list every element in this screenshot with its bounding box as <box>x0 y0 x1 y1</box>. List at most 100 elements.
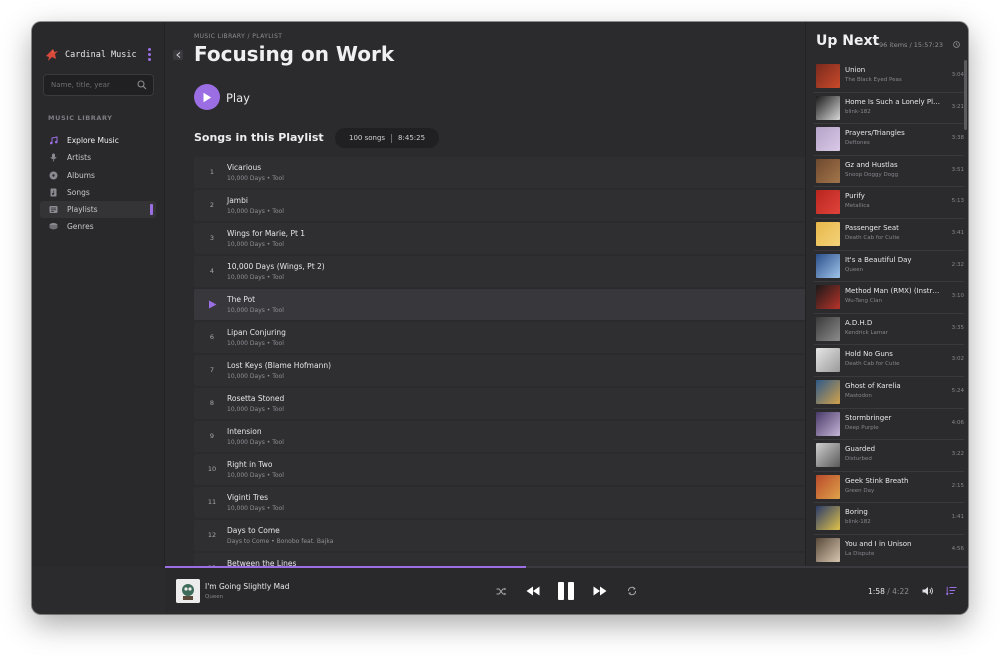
song-subtitle: 10,000 Days • Tool <box>227 208 284 215</box>
queue-item[interactable]: Prayers/Triangles Deftones 3:38 <box>814 124 964 156</box>
song-artist: Tool <box>272 340 284 347</box>
pause-button[interactable] <box>555 580 577 602</box>
album-art <box>816 95 840 120</box>
sidebar-item-explore-music[interactable]: Explore Music <box>40 132 156 149</box>
queue-item[interactable]: Home Is Such a Lonely Place blink-182 3:21 <box>814 93 964 125</box>
previous-button[interactable] <box>525 583 541 599</box>
volume-icon <box>922 587 933 595</box>
song-row[interactable]: 1 Vicarious 10,000 Days • Tool <box>194 157 805 188</box>
playlist-icon <box>49 205 58 214</box>
sidebar-item-label: Playlists <box>67 205 98 215</box>
queue-item[interactable]: Boring blink-182 1:41 <box>814 503 964 535</box>
album-art <box>816 348 840 373</box>
sidebar-item-label: Explore Music <box>67 136 119 145</box>
queue-item[interactable]: Geek Stink Breath Green Day 2:15 <box>814 472 964 504</box>
sidebar-item-albums[interactable]: Albums <box>40 167 156 184</box>
cardinal-logo-icon <box>46 49 58 61</box>
song-number: 3 <box>209 234 215 242</box>
queue-toggle-button[interactable] <box>945 585 957 597</box>
sidebar-item-playlists[interactable]: Playlists <box>40 201 156 219</box>
song-row[interactable]: 10 Right in Two 10,000 Days • Tool <box>194 454 805 485</box>
album-art <box>816 506 840 531</box>
song-row[interactable]: 12 Days to Come Days to Come • Bonobo feat… <box>194 520 805 551</box>
album-art <box>816 474 840 499</box>
queue-item-title: Purify <box>845 192 865 201</box>
song-row[interactable]: 7 Lost Keys (Blame Hofmann) 10,000 Days • … <box>194 355 805 386</box>
song-number: 9 <box>209 432 215 440</box>
more-options-icon[interactable] <box>148 48 152 62</box>
chevron-left-icon <box>175 52 180 58</box>
queue-item[interactable]: It's a Beautiful Day Queen 2:32 <box>814 251 964 283</box>
sidebar-item-artists[interactable]: Artists <box>40 149 156 166</box>
queue-item-title: Stormbringer <box>845 413 892 422</box>
queue-item-duration: 3:51 <box>951 166 964 173</box>
search-icon[interactable] <box>137 80 147 90</box>
queue-item-duration: 3:35 <box>951 324 964 331</box>
queue-item[interactable]: Stormbringer Deep Purple 4:06 <box>814 409 964 441</box>
up-next-title: Up Next <box>816 33 880 49</box>
queue-item[interactable]: Hold No Guns Death Cab for Cutie 3:02 <box>814 345 964 377</box>
queue-item[interactable]: A.D.H.D Kendrick Lamar 3:35 <box>814 314 964 346</box>
queue-item-artist: Death Cab for Cutie <box>845 234 900 241</box>
play-icon <box>203 92 212 102</box>
sidebar-item-genres[interactable]: Genres <box>40 218 156 235</box>
song-row[interactable]: 8 Rosetta Stoned 10,000 Days • Tool <box>194 388 805 419</box>
song-row[interactable]: 3 Wings for Marie, Pt 1 10,000 Days • Tool <box>194 223 805 254</box>
collapse-sidebar-button[interactable] <box>173 50 183 60</box>
queue-item-title: Prayers/Triangles <box>845 129 905 138</box>
song-artist: Tool <box>272 472 284 479</box>
queue-item[interactable]: Guarded Disturbed 3:22 <box>814 440 964 472</box>
queue-item-title: Boring <box>845 508 868 517</box>
queue-item[interactable]: Union The Black Eyed Peas 3:04 <box>814 61 964 93</box>
queue-item[interactable]: Ghost of Karelia Mastodon 5:24 <box>814 377 964 409</box>
song-album: Days to Come <box>227 538 270 545</box>
song-subtitle: 10,000 Days • Tool <box>227 307 284 314</box>
song-row[interactable]: 6 Lipan Conjuring 10,000 Days • Tool <box>194 322 805 353</box>
player-bar: I'm Going Slightly Mad Queen 1:58 / 4:22 <box>165 568 968 614</box>
song-row[interactable]: 2 Jambi 10,000 Days • Tool <box>194 190 805 221</box>
queue-item-duration: 3:10 <box>951 293 964 300</box>
song-row[interactable]: 9 Intension 10,000 Days • Tool <box>194 421 805 452</box>
queue-duration: 15:57:23 <box>913 41 943 49</box>
song-subtitle: 10,000 Days • Tool <box>227 175 284 182</box>
song-list: 1 Vicarious 10,000 Days • Tool 2 Jambi 10,000… <box>194 157 805 567</box>
album-art <box>816 127 840 152</box>
sidebar-item-label: Artists <box>67 153 91 163</box>
play-label[interactable]: Play <box>226 91 250 105</box>
queue-item[interactable]: Passenger Seat Death Cab for Cutie 3:41 <box>814 219 964 251</box>
song-artist: Tool <box>272 505 284 512</box>
song-row[interactable]: 4 10,000 Days (Wings, Pt 2) 10,000 Days • … <box>194 256 805 287</box>
pause-icon <box>558 582 574 600</box>
queue-item-title: Guarded <box>845 445 876 454</box>
next-button[interactable] <box>592 583 608 599</box>
queue-item[interactable]: Gz and Hustlas Snoop Doggy Dogg 3:51 <box>814 156 964 188</box>
song-row[interactable]: The Pot 10,000 Days • Tool <box>194 289 805 320</box>
sidebar-item-songs[interactable]: Songs <box>40 184 156 201</box>
queue-item-duration: 2:32 <box>951 261 964 268</box>
song-row[interactable]: 13Between the Lines <box>194 553 805 567</box>
volume-button[interactable] <box>922 585 934 597</box>
repeat-button[interactable] <box>625 584 639 598</box>
play-playlist-button[interactable] <box>194 84 220 110</box>
page-title: Focusing on Work <box>194 42 395 66</box>
queue-item[interactable]: You and I in Unison La Dispute 4:56 <box>814 535 964 567</box>
queue-item-title: You and I in Unison <box>845 539 912 548</box>
song-row[interactable]: 11 Viginti Tres 10,000 Days • Tool <box>194 487 805 518</box>
song-album: 10,000 Days <box>227 274 265 281</box>
song-title: Wings for Marie, Pt 1 <box>227 229 306 238</box>
queue-item[interactable]: Purify Metallica 5:13 <box>814 187 964 219</box>
song-number: 2 <box>209 201 215 209</box>
genres-icon <box>49 222 58 231</box>
song-number: 8 <box>209 399 215 407</box>
queue-scrollbar[interactable] <box>964 60 967 130</box>
queue-item-artist: Deep Purple <box>845 424 879 431</box>
search-input[interactable] <box>51 78 129 92</box>
song-artist: Tool <box>272 274 284 281</box>
queue-item-duration: 3:38 <box>951 135 964 142</box>
search-box <box>43 74 154 96</box>
song-title: Lost Keys (Blame Hofmann) <box>227 361 332 370</box>
song-album: 10,000 Days <box>227 340 265 347</box>
queue-item-artist: Deftones <box>845 140 870 147</box>
queue-item[interactable]: Method Man (RMX) (Instrumental) Wu-Tang C… <box>814 282 964 314</box>
shuffle-button[interactable] <box>494 584 508 598</box>
